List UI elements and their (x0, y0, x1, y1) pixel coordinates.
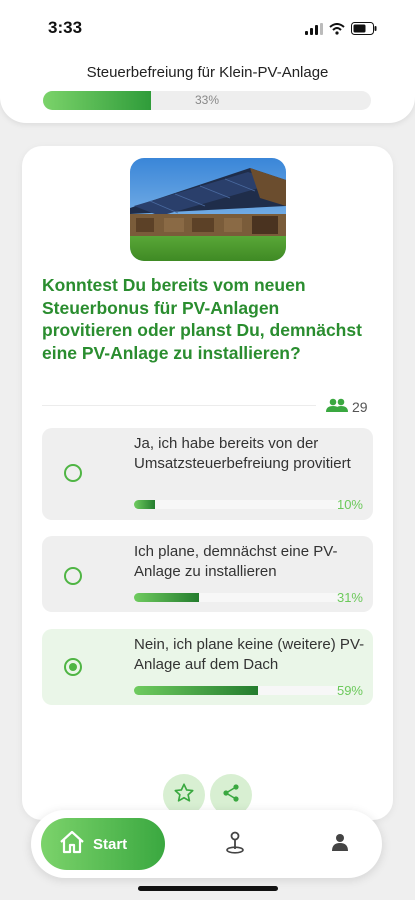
people-icon (326, 398, 348, 415)
option-percent: 31% (336, 590, 363, 605)
option-result-bar (134, 500, 344, 509)
header: 3:33 Steuerbefreiung für Klein-PV-Anlage… (0, 0, 415, 123)
divider (42, 405, 316, 406)
vote-count: 29 (326, 398, 368, 415)
radio-button[interactable] (64, 464, 82, 482)
page-title: Steuerbefreiung für Klein-PV-Anlage (86, 64, 329, 81)
user-icon (330, 832, 350, 857)
status-bar: 3:33 (0, 18, 415, 42)
wifi-icon (329, 22, 345, 40)
option-result-bar (134, 686, 344, 695)
option-result-fill (134, 686, 258, 695)
poll-option[interactable]: Ich plane, demnächst eine PV-Anlage zu i… (42, 536, 373, 612)
progress-label: 33% (194, 93, 220, 107)
survey-progress-bar: 33% (43, 91, 371, 110)
radio-button[interactable] (64, 567, 82, 585)
question-text: Konntest Du bereits vom neuen Steuerbonu… (42, 275, 362, 363)
home-icon (59, 830, 85, 858)
option-percent: 10% (336, 497, 363, 512)
option-label: Nein, ich plane keine (weitere) PV-Anlag… (134, 636, 365, 673)
poll-card: Konntest Du bereits vom neuen Steuerbonu… (22, 146, 393, 820)
tab-profile[interactable] (328, 832, 352, 856)
option-label: Ja, ich habe bereits von der Umsatzsteue… (134, 435, 351, 472)
status-icons (305, 22, 377, 40)
home-indicator (138, 886, 278, 891)
tab-start[interactable]: Start (41, 818, 165, 870)
option-result-bar (134, 593, 344, 602)
option-result-fill (134, 500, 155, 509)
map-pin-icon (224, 830, 246, 859)
option-result-fill (134, 593, 200, 602)
star-icon (173, 782, 195, 809)
poll-option[interactable]: Nein, ich plane keine (weitere) PV-Anlag… (42, 629, 373, 705)
barn-solar-photo (130, 158, 286, 261)
status-time: 3:33 (48, 18, 83, 37)
option-label: Ich plane, demnächst eine PV-Anlage zu i… (134, 543, 338, 580)
tab-map[interactable] (223, 830, 247, 859)
share-icon (221, 783, 241, 808)
option-percent: 59% (336, 683, 363, 698)
battery-icon (351, 22, 377, 40)
cellular-signal-icon (305, 22, 323, 40)
radio-button[interactable] (64, 658, 82, 676)
bottom-tab-bar: Start (31, 810, 382, 878)
vote-count-value: 29 (352, 398, 368, 415)
poll-option[interactable]: Ja, ich habe bereits von der Umsatzsteue… (42, 428, 373, 520)
tab-start-label: Start (93, 835, 128, 853)
